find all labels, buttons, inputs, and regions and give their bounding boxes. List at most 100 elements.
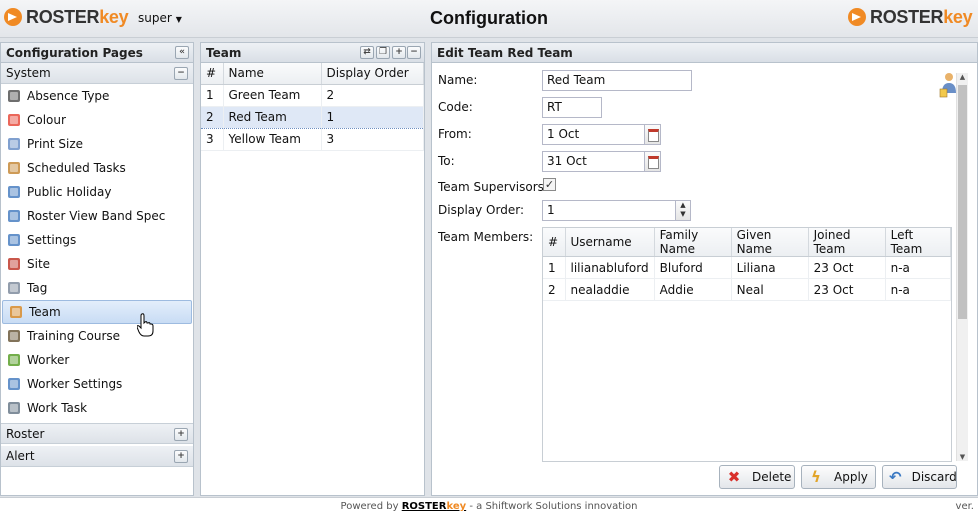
cell-order: 1 — [321, 105, 424, 129]
table-row[interactable]: 2 Red Team 1 — [201, 105, 424, 129]
column-header-num[interactable]: # — [543, 228, 566, 257]
display-order-input[interactable]: 1 — [542, 200, 676, 221]
calendar-icon[interactable] — [644, 151, 661, 172]
calendar-icon — [7, 185, 21, 199]
column-header-family-name[interactable]: Family Name — [654, 228, 732, 257]
sidebar-item-public-holiday[interactable]: Public Holiday — [1, 180, 193, 204]
restore-icon[interactable]: ❐ — [376, 46, 390, 59]
cell-num: 2 — [201, 105, 224, 129]
palette-icon — [7, 113, 21, 127]
config-pages-header: Configuration Pages « — [1, 43, 193, 63]
sidebar-item-label: Roster View Band Spec — [27, 209, 166, 223]
sidebar-item-label: Public Holiday — [27, 185, 112, 199]
team-members-label: Team Members: — [438, 230, 534, 244]
members-table: # Username Family Name Given Name Joined… — [543, 228, 951, 301]
sidebar-item-print-size[interactable]: Print Size — [1, 132, 193, 156]
nav-group-system[interactable]: System − — [1, 63, 193, 84]
add-icon[interactable]: + — [392, 46, 406, 59]
sidebar-item-label: Worker Settings — [27, 377, 123, 391]
team-list-header: Team ⇄ ❐ + − — [201, 43, 424, 63]
cell-username: lilianabluford — [565, 256, 655, 279]
sidebar-item-settings[interactable]: Settings — [1, 228, 193, 252]
sidebar-item-scheduled-tasks[interactable]: Scheduled Tasks — [1, 156, 193, 180]
code-input[interactable]: RT — [542, 97, 602, 118]
cell-left: n-a — [885, 256, 951, 279]
collapse-icon[interactable]: − — [174, 67, 188, 80]
trainer-icon — [7, 329, 21, 343]
column-header-username[interactable]: Username — [565, 228, 655, 257]
cell-order: 2 — [321, 84, 424, 107]
nav-group-alert[interactable]: Alert + — [1, 446, 193, 467]
team-list-panel: Team ⇄ ❐ + − # Name Display Order 1 Green… — [200, 42, 425, 496]
task-icon — [7, 401, 21, 415]
column-header-name[interactable]: Name — [223, 63, 322, 85]
scroll-down-icon[interactable]: ▼ — [957, 453, 968, 461]
apply-button[interactable]: ϟ Apply — [801, 465, 876, 489]
code-label: Code: — [438, 100, 473, 114]
vertical-scrollbar[interactable]: ▲ ▼ — [956, 73, 968, 461]
sidebar-item-team[interactable]: Team — [2, 300, 192, 324]
sidebar-item-roster-view-band-spec[interactable]: Roster View Band Spec — [1, 204, 193, 228]
footer-brand-link[interactable]: ROSTERkey — [402, 501, 466, 512]
sidebar-item-colour[interactable]: Colour — [1, 108, 193, 132]
sidebar-item-label: Print Size — [27, 137, 84, 151]
remove-icon[interactable]: − — [407, 46, 421, 59]
table-row[interactable]: 2 nealaddie Addie Neal 23 Oct n-a — [543, 278, 951, 301]
display-order-label: Display Order: — [438, 203, 524, 217]
sidebar-item-label: Tag — [27, 281, 48, 295]
sidebar-item-tag[interactable]: Tag — [1, 276, 193, 300]
nav-group-roster[interactable]: Roster + — [1, 423, 193, 444]
logo-mark-icon — [846, 6, 868, 28]
sidebar-item-absence-type[interactable]: Absence Type — [1, 84, 193, 108]
table-row[interactable]: 1 lilianabluford Bluford Liliana 23 Oct n-a — [543, 256, 951, 279]
supervisors-checkbox[interactable]: ✓ — [543, 178, 556, 191]
sidebar-item-work-task[interactable]: Work Task — [1, 396, 193, 420]
column-header-num[interactable]: # — [201, 63, 224, 85]
column-header-joined-team[interactable]: Joined Team — [808, 228, 886, 257]
expand-icon[interactable]: + — [174, 450, 188, 463]
expand-icon[interactable]: + — [174, 428, 188, 441]
refresh-icon[interactable]: ⇄ — [360, 46, 374, 59]
column-header-left-team[interactable]: Left Team — [885, 228, 951, 257]
sidebar-item-worker[interactable]: Worker — [1, 348, 193, 372]
collapse-left-icon[interactable]: « — [175, 46, 189, 59]
worker-settings-icon — [7, 377, 21, 391]
footer: Powered by ROSTERkey - a Shiftwork Solut… — [0, 497, 978, 516]
cell-name: Red Team — [223, 105, 322, 129]
cell-num: 2 — [543, 278, 566, 301]
edit-team-panel: Edit Team Red Team Name: Red Team Code: … — [431, 42, 978, 496]
cell-left: n-a — [885, 278, 951, 301]
to-date-input[interactable]: 31 Oct — [542, 151, 645, 172]
config-pages-title: Configuration Pages — [6, 46, 143, 60]
cell-given: Liliana — [731, 256, 809, 279]
cell-joined: 23 Oct — [808, 278, 886, 301]
nav-items: Absence Type Colour Print Size Scheduled Ta… — [1, 84, 193, 420]
discard-button[interactable]: ↶ Discard — [882, 465, 957, 489]
scroll-up-icon[interactable]: ▲ — [957, 73, 968, 81]
team-members-grid: # Username Family Name Given Name Joined… — [542, 227, 952, 462]
name-label: Name: — [438, 73, 478, 87]
cell-num: 1 — [543, 256, 566, 279]
factory-icon — [7, 257, 21, 271]
sidebar-item-worker-settings[interactable]: Worker Settings — [1, 372, 193, 396]
sidebar-item-label: Absence Type — [27, 89, 110, 103]
from-date-input[interactable]: 1 Oct — [542, 124, 645, 145]
column-header-display-order[interactable]: Display Order — [321, 63, 424, 85]
spinner-arrows-icon[interactable]: ▲ ▼ — [675, 200, 691, 221]
cell-num: 3 — [201, 128, 224, 151]
cell-name: Yellow Team — [223, 128, 322, 151]
column-header-given-name[interactable]: Given Name — [731, 228, 809, 257]
sidebar-item-site[interactable]: Site — [1, 252, 193, 276]
cell-joined: 23 Oct — [808, 256, 886, 279]
lightning-icon: ϟ — [811, 468, 821, 486]
sidebar-item-label: Worker — [27, 353, 70, 367]
table-row[interactable]: 3 Yellow Team 3 — [201, 128, 424, 151]
table-row[interactable]: 1 Green Team 2 — [201, 84, 424, 107]
delete-button[interactable]: ✖ Delete — [719, 465, 795, 489]
scrollbar-thumb[interactable] — [958, 85, 967, 319]
name-input[interactable]: Red Team — [542, 70, 692, 91]
nav-group-label: Alert — [6, 449, 35, 463]
calendar-icon[interactable] — [644, 124, 661, 145]
sidebar-item-training-course[interactable]: Training Course — [1, 324, 193, 348]
worker-icon — [7, 353, 21, 367]
